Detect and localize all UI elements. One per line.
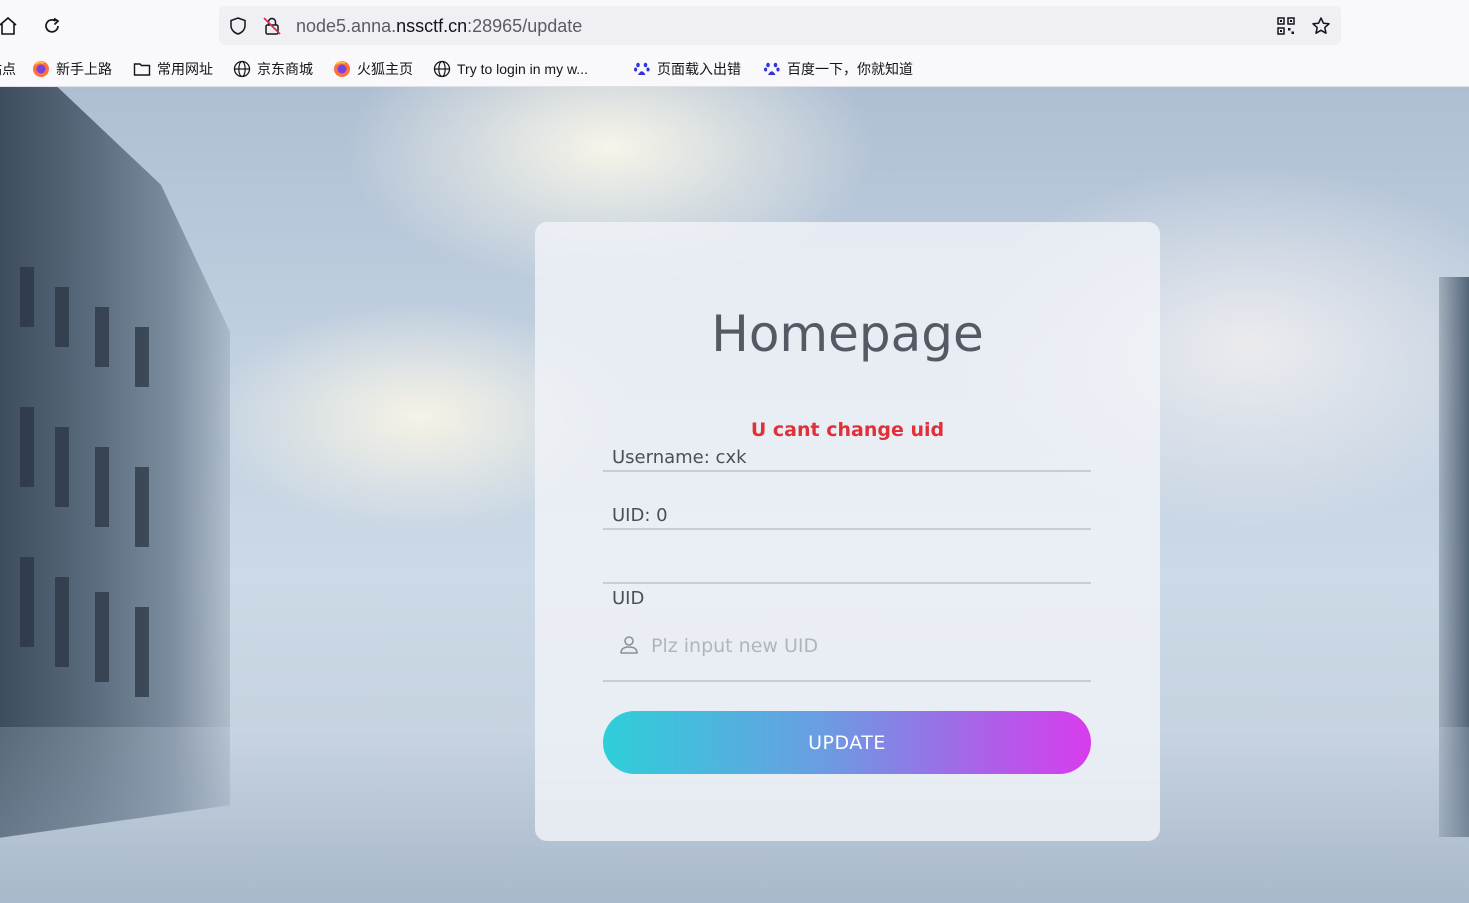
divider — [603, 680, 1091, 682]
divider — [603, 470, 1091, 472]
bookmarks-bar: 站点 新手上路 常用网址 京东商城 火狐主页 Try to login in m… — [0, 52, 1469, 87]
qr-code-icon[interactable] — [1275, 15, 1297, 37]
folder-icon — [133, 60, 151, 78]
bookmark-star-icon[interactable] — [1310, 15, 1332, 37]
home-icon — [0, 16, 17, 35]
url-text[interactable]: node5.anna.nssctf.cn:28965/update — [296, 15, 582, 37]
page-title: Homepage — [711, 305, 984, 363]
uid-display: UID: 0 — [612, 505, 668, 526]
baidu-paw-icon — [763, 60, 781, 78]
firefox-icon — [32, 60, 50, 78]
bookmark-label: 常用网址 — [157, 61, 213, 77]
page-background: Homepage U cant change uid Username: cxk… — [0, 87, 1469, 903]
username-display: Username: cxk — [612, 447, 747, 468]
divider — [603, 582, 1091, 584]
browser-toolbar: node5.anna.nssctf.cn:28965/update — [0, 0, 1469, 52]
url-prefix: node5.anna. — [296, 16, 397, 36]
shield-icon[interactable] — [227, 15, 249, 37]
reload-button[interactable] — [38, 11, 66, 41]
home-button[interactable] — [0, 11, 22, 41]
user-icon — [618, 634, 640, 656]
divider — [603, 528, 1091, 530]
update-card: Homepage U cant change uid Username: cxk… — [535, 222, 1160, 841]
bookmark-item[interactable]: 页面载入出错 — [633, 58, 741, 80]
error-message: U cant change uid — [750, 419, 945, 441]
update-button[interactable]: UPDATE — [603, 711, 1091, 774]
firefox-icon — [333, 60, 351, 78]
bookmark-label: 页面载入出错 — [657, 61, 741, 77]
bookmark-item[interactable]: 新手上路 — [32, 58, 112, 80]
uid-label: UID — [612, 588, 645, 609]
globe-icon — [433, 60, 451, 78]
bookmark-item[interactable]: 火狐主页 — [333, 58, 413, 80]
bookmark-item[interactable]: Try to login in my w... — [433, 58, 588, 80]
bookmark-label: 站点 — [0, 61, 16, 77]
url-bar[interactable]: node5.anna.nssctf.cn:28965/update — [219, 6, 1341, 45]
globe-icon — [233, 60, 251, 78]
url-domain: nssctf.cn — [396, 16, 468, 36]
bookmark-item[interactable]: 京东商城 — [233, 58, 313, 80]
baidu-paw-icon — [633, 60, 651, 78]
reload-icon — [45, 17, 60, 33]
bookmark-label: Try to login in my w... — [457, 61, 588, 77]
bookmark-item[interactable]: 百度一下，你就知道 — [763, 58, 913, 80]
bookmark-item[interactable]: 站点 — [0, 58, 16, 80]
bookmark-label: 京东商城 — [257, 61, 313, 77]
insecure-lock-icon[interactable] — [261, 15, 283, 37]
new-uid-input[interactable] — [651, 630, 1081, 662]
bookmark-folder[interactable]: 常用网址 — [133, 58, 213, 80]
bookmark-label: 新手上路 — [56, 61, 112, 77]
url-suffix: :28965/update — [467, 16, 583, 36]
bookmark-label: 火狐主页 — [357, 61, 413, 77]
bookmark-label: 百度一下，你就知道 — [787, 61, 913, 77]
